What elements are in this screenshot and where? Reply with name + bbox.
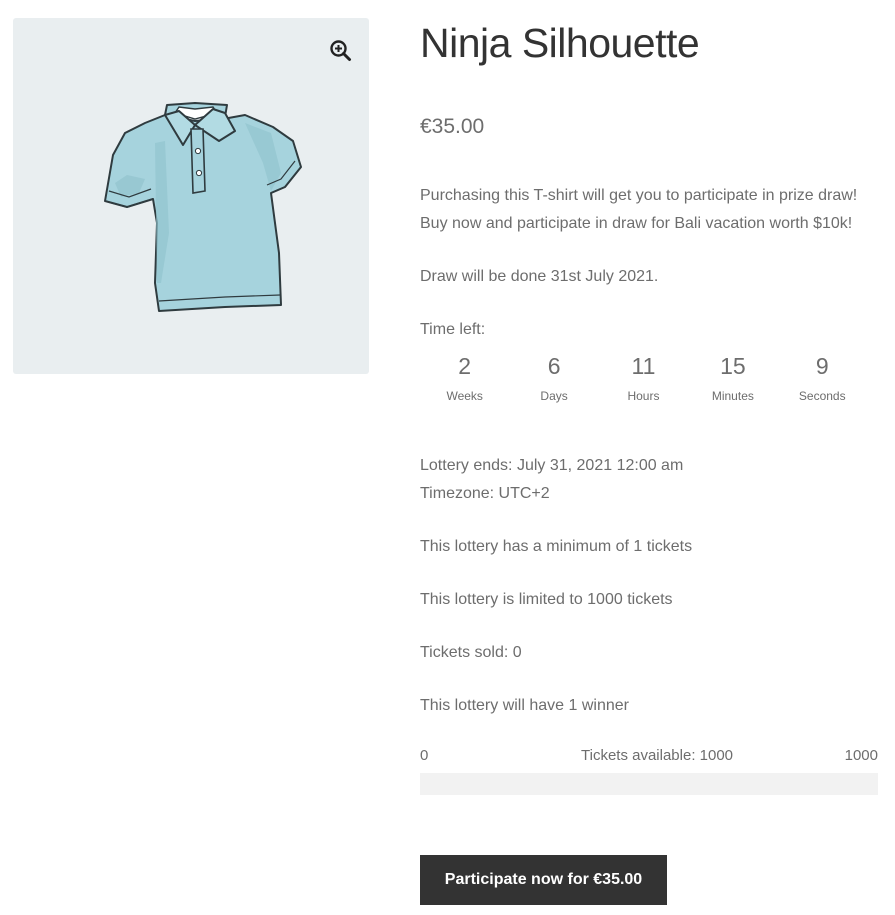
- time-left-label: Time left:: [420, 321, 486, 338]
- lottery-end-date: Lottery ends: July 31, 2021 12:00 am: [420, 457, 684, 474]
- participate-button[interactable]: Participate now for €35.00: [420, 855, 667, 905]
- countdown-days-value: 6: [547, 353, 561, 379]
- countdown-timer: 2 Weeks 6 Days 11 Hours 15 Minutes 9 Sec…: [420, 350, 880, 405]
- countdown-hours-label: Hours: [627, 389, 660, 403]
- lottery-minimum-tickets: This lottery has a minimum of 1 tickets: [420, 538, 693, 555]
- countdown-hours-value: 11: [631, 353, 656, 379]
- zoom-in-icon[interactable]: [328, 38, 354, 64]
- countdown-seconds-value: 9: [815, 353, 829, 379]
- countdown-weeks-label: Weeks: [446, 389, 483, 403]
- countdown-days-label: Days: [540, 389, 568, 403]
- tickets-progress-bar: [420, 773, 878, 795]
- progress-min-label: 0: [420, 747, 429, 764]
- countdown-minutes-label: Minutes: [711, 389, 754, 403]
- description-line-2: Buy now and participate in draw for Bali…: [420, 215, 853, 232]
- countdown-hours: 11 Hours: [599, 350, 688, 405]
- lottery-ticket-limit: This lottery is limited to 1000 tickets: [420, 591, 673, 608]
- tickets-available-label: Tickets available: 1000: [581, 747, 734, 764]
- tickets-sold: Tickets sold: 0: [420, 644, 522, 661]
- product-price: €35.00: [420, 115, 485, 138]
- product-title: Ninja Silhouette: [420, 20, 700, 66]
- lottery-winner-count: This lottery will have 1 winner: [420, 697, 629, 714]
- countdown-weeks-value: 2: [458, 353, 472, 379]
- description-line-1: Purchasing this T-shirt will get you to …: [420, 187, 858, 204]
- countdown-minutes: 15 Minutes: [688, 350, 777, 405]
- countdown-seconds: 9 Seconds: [778, 350, 867, 405]
- countdown-seconds-label: Seconds: [798, 389, 846, 403]
- product-image-gallery[interactable]: [13, 18, 369, 374]
- progress-max-label: 1000: [844, 747, 878, 764]
- countdown-days: 6 Days: [509, 350, 598, 405]
- draw-date-text: Draw will be done 31st July 2021.: [420, 268, 659, 285]
- countdown-weeks: 2 Weeks: [420, 350, 509, 405]
- countdown-minutes-value: 15: [720, 353, 746, 379]
- polo-shirt-image: [104, 102, 302, 312]
- lottery-timezone: Timezone: UTC+2: [420, 485, 550, 502]
